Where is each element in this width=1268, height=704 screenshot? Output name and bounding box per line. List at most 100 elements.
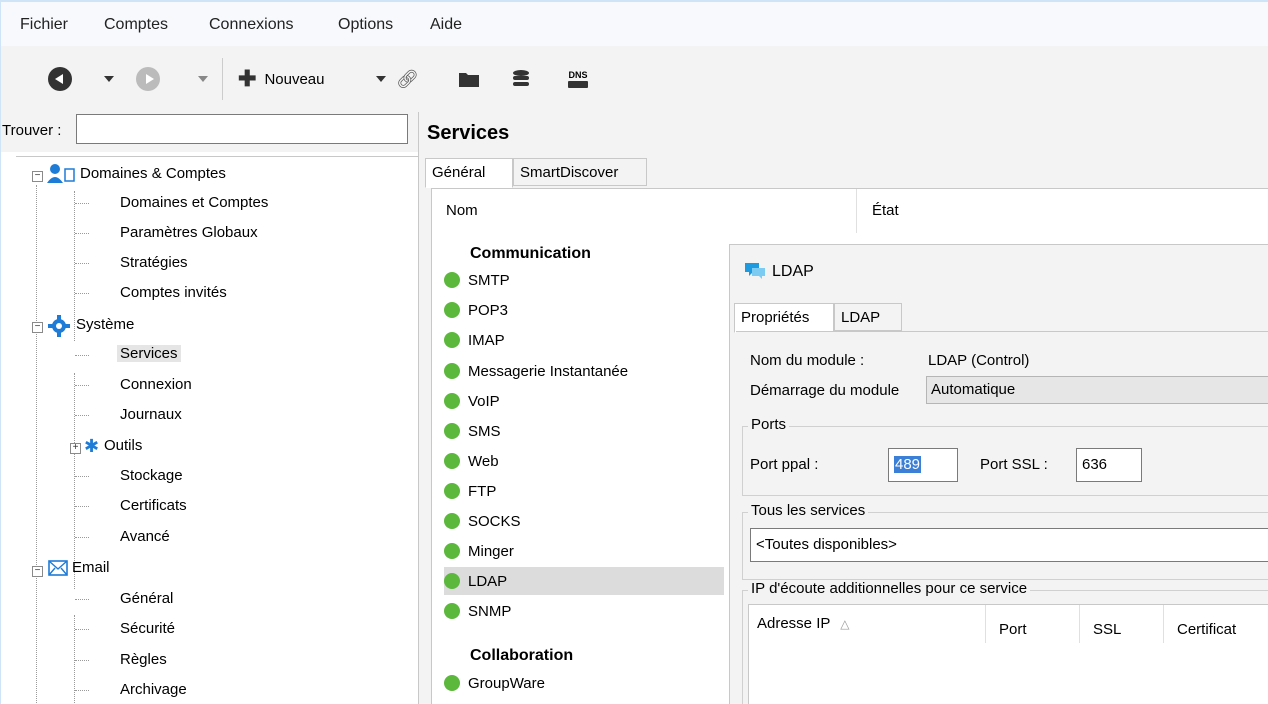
tree-item-stockage[interactable]: Stockage: [120, 467, 183, 484]
folder-button[interactable]: [458, 66, 480, 92]
tab-proprietes[interactable]: Propriétés: [734, 303, 834, 333]
group-communication: Communication: [470, 245, 591, 262]
database-icon: [513, 70, 529, 86]
tree-item-system[interactable]: Système: [76, 316, 134, 333]
service-label: POP3: [468, 301, 509, 319]
service-label: VoIP: [468, 392, 500, 410]
menu-fichier[interactable]: Fichier: [20, 16, 68, 34]
ip-table: Adresse IP △ Port SSL Certificat: [748, 604, 1268, 704]
tab-smartdiscover[interactable]: SmartDiscover: [513, 158, 647, 186]
users-icon: [47, 164, 75, 183]
service-row-snmp[interactable]: SNMP: [444, 597, 724, 625]
tree-item-domains[interactable]: Domaines & Comptes: [80, 165, 226, 182]
ip-column-header-ssl[interactable]: SSL: [1093, 621, 1121, 638]
status-ok-icon: [444, 603, 460, 619]
menu-bar: Fichier Comptes Connexions Options Aide: [0, 0, 1268, 46]
startup-select[interactable]: Automatique: [926, 376, 1268, 404]
window-edge: [0, 0, 1, 704]
service-row-web[interactable]: Web: [444, 447, 724, 475]
expander-system[interactable]: −: [32, 322, 43, 333]
tree-item-archivage[interactable]: Archivage: [120, 681, 187, 698]
app-window: Fichier Comptes Connexions Options Aide …: [0, 0, 1268, 704]
column-header-nom[interactable]: Nom: [446, 189, 478, 233]
left-panel: Trouver : − Domaines & Comptes Domaines …: [0, 112, 419, 704]
ip-column-header-certificat[interactable]: Certificat: [1177, 621, 1236, 638]
link-button[interactable]: 🔗︎: [396, 66, 419, 92]
menu-options[interactable]: Options: [338, 16, 393, 34]
dns-icon-label: DNS: [568, 70, 588, 80]
startup-label: Démarrage du module: [750, 382, 900, 399]
service-label: LDAP: [468, 572, 508, 590]
caret-down-icon: [104, 76, 114, 82]
service-row-groupware[interactable]: GroupWare: [444, 669, 724, 697]
service-row-imap[interactable]: IMAP: [444, 326, 724, 354]
page-title: Services: [427, 122, 510, 144]
tree-item-strategies[interactable]: Stratégies: [120, 254, 188, 271]
folder-icon: [459, 73, 479, 87]
service-label: SOCKS: [468, 512, 521, 530]
service-label: Messagerie Instantanée: [468, 362, 629, 380]
expander-email[interactable]: −: [32, 566, 43, 577]
new-button[interactable]: ✚ Nouveau: [238, 66, 324, 92]
service-row-pop3[interactable]: POP3: [444, 296, 724, 324]
back-button[interactable]: [48, 66, 72, 92]
port-ssl-input[interactable]: 636: [1076, 448, 1142, 482]
find-input[interactable]: [76, 114, 408, 144]
status-ok-icon: [444, 423, 460, 439]
service-row-messagerie[interactable]: Messagerie Instantanée: [444, 357, 724, 385]
service-label: SNMP: [468, 602, 512, 620]
forward-dropdown[interactable]: [198, 66, 208, 92]
menu-connexions[interactable]: Connexions: [209, 16, 294, 34]
forward-button[interactable]: [136, 66, 160, 92]
tree-item-domaines-et-comptes[interactable]: Domaines et Comptes: [120, 194, 268, 211]
tab-general[interactable]: Général: [425, 158, 513, 188]
new-button-label: Nouveau: [264, 70, 325, 88]
menu-aide[interactable]: Aide: [430, 16, 462, 34]
database-button[interactable]: [512, 66, 530, 92]
tree-item-parametres-globaux[interactable]: Paramètres Globaux: [120, 224, 258, 241]
sort-ascending-icon: △: [840, 617, 850, 631]
status-ok-icon: [444, 332, 460, 348]
tree-item-email[interactable]: Email: [72, 559, 110, 576]
tree-item-regles[interactable]: Règles: [120, 651, 167, 668]
all-services-legend: Tous les services: [748, 502, 869, 519]
back-dropdown[interactable]: [104, 66, 114, 92]
service-row-smtp[interactable]: SMTP: [444, 266, 724, 294]
service-row-ldap[interactable]: LDAP: [444, 567, 724, 595]
tree-item-certificats[interactable]: Certificats: [120, 497, 187, 514]
menu-comptes[interactable]: Comptes: [104, 16, 168, 34]
dns-button[interactable]: DNS: [568, 66, 588, 92]
tree-item-comptes-invites[interactable]: Comptes invités: [120, 284, 227, 301]
tree-item-avance[interactable]: Avancé: [120, 528, 170, 545]
service-row-voip[interactable]: VoIP: [444, 387, 724, 415]
ip-legend: IP d'écoute additionnelles pour ce servi…: [748, 580, 1031, 597]
tree-item-services[interactable]: Services: [117, 345, 181, 362]
service-row-sms[interactable]: SMS: [444, 417, 724, 445]
find-label: Trouver :: [2, 122, 62, 139]
service-row-socks[interactable]: SOCKS: [444, 507, 724, 535]
caret-down-icon: [376, 76, 386, 82]
service-row-ftp[interactable]: FTP: [444, 477, 724, 505]
tree-item-connexion[interactable]: Connexion: [120, 376, 192, 393]
expander-domains[interactable]: −: [32, 171, 43, 182]
caret-down-icon: [198, 76, 208, 82]
tree-item-journaux[interactable]: Journaux: [120, 406, 182, 423]
tools-icon: ✱: [84, 436, 100, 456]
port-main-input[interactable]: 489: [888, 448, 958, 482]
column-header-etat[interactable]: État: [872, 189, 899, 233]
new-dropdown[interactable]: [376, 66, 386, 92]
service-label: GroupWare: [468, 674, 545, 692]
service-row-minger[interactable]: Minger: [444, 537, 724, 565]
port-main-value: 489: [894, 456, 922, 473]
ip-column-header-port[interactable]: Port: [999, 621, 1027, 638]
expander-tools[interactable]: +: [70, 443, 81, 454]
plus-icon: ✚: [238, 66, 257, 91]
dns-icon: DNS: [568, 70, 588, 88]
all-services-field[interactable]: <Toutes disponibles>: [750, 528, 1268, 562]
tree-item-outils[interactable]: Outils: [104, 437, 142, 454]
ports-legend: Ports: [748, 416, 790, 433]
ip-column-header-adresse[interactable]: Adresse IP △: [757, 615, 850, 632]
tab-ldap[interactable]: LDAP: [834, 303, 902, 331]
tree-item-general[interactable]: Général: [120, 590, 173, 607]
tree-item-securite[interactable]: Sécurité: [120, 620, 175, 637]
